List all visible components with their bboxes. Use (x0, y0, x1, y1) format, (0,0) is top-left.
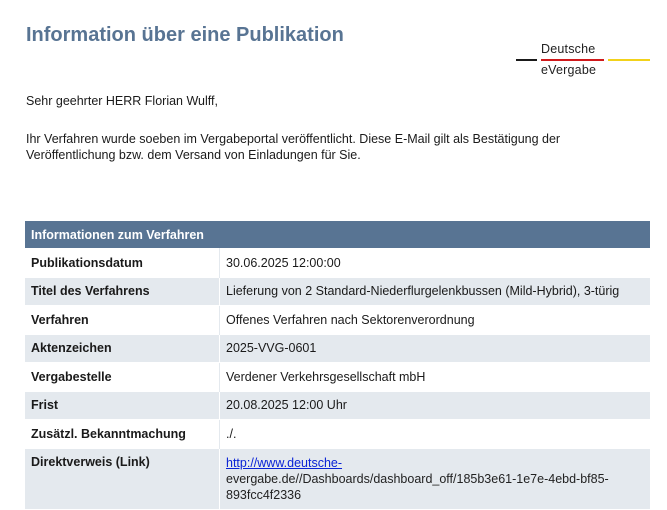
table-row-aktenzeichen: Aktenzeichen 2025-VVG-0601 (25, 333, 650, 363)
direct-link[interactable]: http://www.deutsche- (226, 456, 342, 470)
row-label: Verfahren (25, 305, 220, 334)
row-value: 20.08.2025 12:00 Uhr (219, 390, 650, 420)
table-row-publikationsdatum: Publikationsdatum 30.06.2025 12:00:00 (25, 248, 650, 277)
logo-bar-yellow (608, 59, 650, 61)
deutsche-evergabe-logo: Deutsche eVergabe (516, 42, 652, 78)
table-row-bekanntmachung: Zusätzl. Bekanntmachung ./. (25, 419, 650, 448)
direct-link-continuation: evergabe.de//Dashboards/dashboard_off/18… (226, 471, 609, 502)
row-value: 30.06.2025 12:00:00 (219, 248, 650, 277)
table-row-vergabestelle: Vergabestelle Verdener Verkehrsgesellsch… (25, 362, 650, 391)
logo-bar-black (516, 59, 537, 61)
row-label: Vergabestelle (25, 362, 220, 391)
row-value: Verdener Verkehrsgesellschaft mbH (219, 362, 650, 391)
procedure-info-table: Informationen zum Verfahren Publikations… (25, 221, 650, 509)
row-label: Direktverweis (Link) (25, 447, 220, 509)
page-title: Information über eine Publikation (26, 24, 344, 46)
table-row-titel: Titel des Verfahrens Lieferung von 2 Sta… (25, 276, 650, 306)
table-row-direktverweis: Direktverweis (Link) http://www.deutsche… (25, 447, 650, 509)
message-text: Ihr Verfahren wurde soeben im Vergabepor… (26, 132, 561, 162)
logo-text-evergabe: eVergabe (541, 63, 597, 77)
row-value: http://www.deutsche-evergabe.de//Dashboa… (219, 447, 650, 509)
logo-bar-red (541, 59, 604, 61)
table-heading: Informationen zum Verfahren (25, 221, 650, 249)
table-row-frist: Frist 20.08.2025 12:00 Uhr (25, 390, 650, 420)
row-value: Offenes Verfahren nach Sektorenverordnun… (219, 305, 650, 334)
greeting: Sehr geehrter HERR Florian Wulff, (26, 94, 218, 108)
logo-text-deutsche: Deutsche (541, 42, 596, 56)
row-label: Publikationsdatum (25, 248, 220, 277)
row-label: Zusätzl. Bekanntmachung (25, 419, 220, 448)
row-label: Titel des Verfahrens (25, 276, 220, 306)
row-value: 2025-VVG-0601 (219, 333, 650, 363)
row-value: ./. (219, 419, 650, 448)
row-label: Aktenzeichen (25, 333, 220, 363)
row-label: Frist (25, 390, 220, 420)
row-value: Lieferung von 2 Standard-Niederflurgelen… (219, 276, 650, 306)
table-row-verfahren: Verfahren Offenes Verfahren nach Sektore… (25, 305, 650, 334)
